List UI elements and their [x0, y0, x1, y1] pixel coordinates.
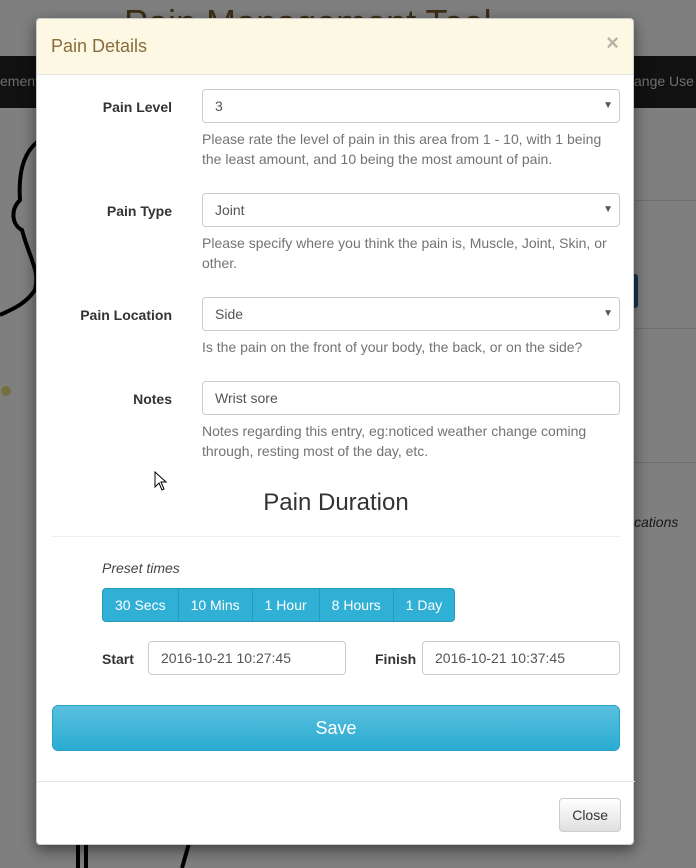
preset-30-secs-button[interactable]: 30 Secs: [102, 588, 179, 622]
modal-title: Pain Details: [51, 36, 148, 56]
mouse-pointer-icon: [154, 471, 168, 491]
pain-level-select[interactable]: 3 ▼: [202, 89, 620, 123]
finish-label: Finish: [375, 651, 417, 667]
notes-input[interactable]: Wrist sore: [202, 381, 620, 415]
pain-level-help: Please rate the level of pain in this ar…: [202, 131, 602, 167]
preset-1-hour-button[interactable]: 1 Hour: [251, 588, 320, 622]
close-button[interactable]: Close: [559, 798, 621, 832]
notes-help: Notes regarding this entry, eg:noticed w…: [202, 423, 587, 459]
preset-times-button-group: 30 Secs 10 Mins 1 Hour 8 Hours 1 Day: [102, 588, 456, 622]
pain-type-help: Please specify where you think the pain …: [202, 235, 607, 271]
pain-duration-heading: Pain Duration: [263, 489, 409, 516]
caret-down-icon: ▼: [603, 308, 613, 319]
start-label: Start: [102, 651, 134, 667]
preset-8-hours-button[interactable]: 8 Hours: [318, 588, 394, 622]
finish-datetime-input[interactable]: 2016-10-21 10:37:45: [422, 641, 620, 675]
preset-10-mins-button[interactable]: 10 Mins: [177, 588, 253, 622]
caret-down-icon: ▼: [603, 204, 613, 215]
section-divider: [52, 536, 620, 537]
modal-footer: Close: [37, 781, 635, 846]
start-datetime-input[interactable]: 2016-10-21 10:27:45: [148, 641, 346, 675]
close-icon[interactable]: ×: [606, 32, 619, 54]
save-button[interactable]: Save: [52, 705, 620, 751]
pain-type-select[interactable]: Joint ▼: [202, 193, 620, 227]
preset-times-label: Preset times: [102, 560, 180, 576]
pain-details-modal: Pain Details × Pain Level 3 ▼ Please rat…: [36, 18, 635, 846]
caret-down-icon: ▼: [603, 100, 613, 111]
preset-1-day-button[interactable]: 1 Day: [392, 588, 456, 622]
notes-value: Wrist sore: [215, 390, 278, 406]
pain-location-select[interactable]: Side ▼: [202, 297, 620, 331]
pain-location-value: Side: [215, 306, 244, 322]
pain-location-help: Is the pain on the front of your body, t…: [202, 339, 583, 355]
modal-header: Pain Details ×: [37, 19, 633, 75]
pain-location-label: Pain Location: [80, 307, 172, 323]
pain-level-value: 3: [215, 98, 223, 114]
pain-level-label: Pain Level: [102, 99, 172, 115]
pain-type-label: Pain Type: [106, 203, 172, 219]
notes-label: Notes: [133, 391, 172, 407]
pain-type-value: Joint: [215, 202, 245, 218]
